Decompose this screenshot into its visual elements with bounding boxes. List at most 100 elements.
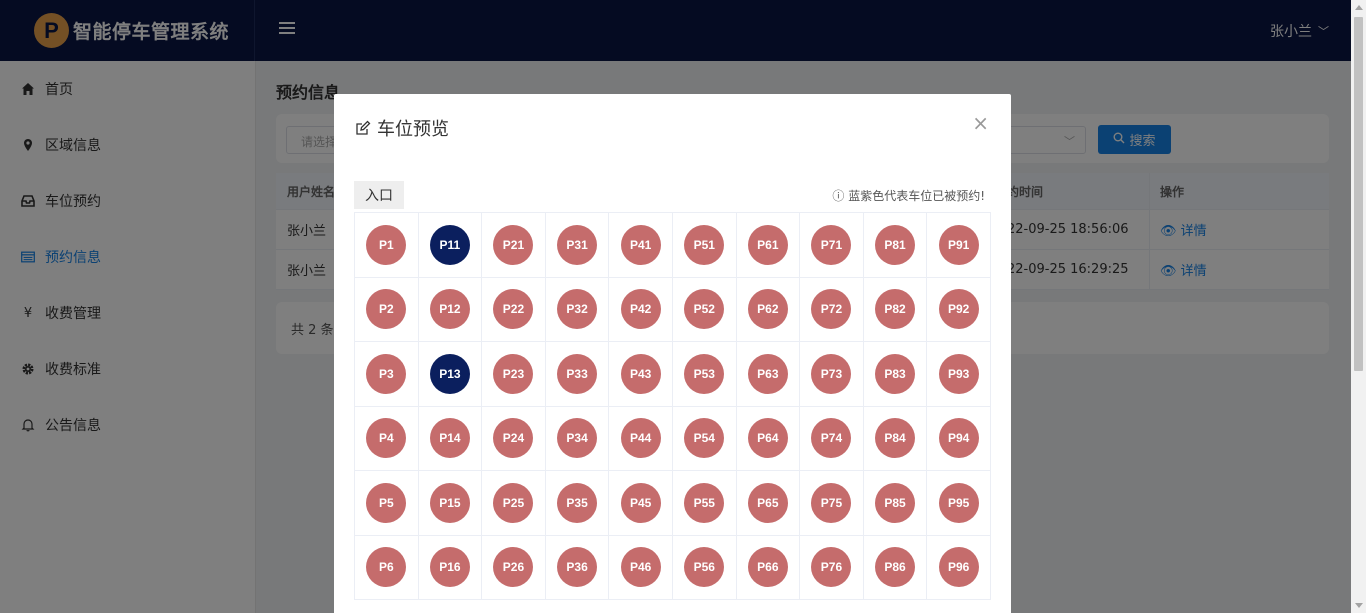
spot-cell: P56 (672, 535, 737, 600)
spot-cell: P72 (800, 277, 864, 342)
parking-spot[interactable]: P26 (493, 547, 534, 588)
spot-cell: P83 (863, 342, 928, 407)
parking-spot-reserved[interactable]: P13 (429, 353, 470, 394)
spot-cell: P93 (927, 342, 991, 407)
spot-cell: P84 (863, 406, 928, 471)
parking-spot[interactable]: P95 (938, 482, 979, 523)
parking-spot[interactable]: P55 (684, 482, 725, 523)
parking-spot[interactable]: P76 (811, 547, 852, 588)
parking-spot[interactable]: P64 (747, 418, 788, 459)
parking-spot[interactable]: P3 (366, 353, 407, 394)
parking-spot[interactable]: P46 (620, 547, 661, 588)
parking-spot[interactable]: P31 (557, 224, 598, 265)
parking-spot[interactable]: P52 (684, 289, 725, 330)
parking-spot[interactable]: P25 (493, 482, 534, 523)
spot-cell: P75 (800, 471, 864, 536)
spot-cell: P36 (545, 535, 610, 600)
spot-cell: P71 (800, 213, 864, 278)
spot-cell: P85 (863, 471, 928, 536)
entrance-label: 入口 (354, 181, 404, 209)
parking-spot[interactable]: P41 (620, 224, 661, 265)
spot-cell: P31 (545, 213, 610, 278)
parking-spot[interactable]: P34 (557, 418, 598, 459)
close-icon[interactable]: × (972, 113, 989, 133)
parking-spot[interactable]: P21 (493, 224, 534, 265)
spot-cell: P21 (482, 213, 546, 278)
parking-spot[interactable]: P24 (493, 418, 534, 459)
parking-spot[interactable]: P83 (875, 353, 916, 394)
spot-cell: P43 (609, 342, 673, 407)
spot-row: P2 P12 P22 P32 P42 P52 P62 P72 P82 P92 (355, 277, 991, 342)
parking-spot[interactable]: P94 (938, 418, 979, 459)
parking-spot[interactable]: P91 (938, 224, 979, 265)
parking-spot[interactable]: P35 (557, 482, 598, 523)
spot-cell: P3 (355, 342, 419, 407)
parking-spot-reserved[interactable]: P11 (429, 224, 470, 265)
spot-cell: P92 (927, 277, 991, 342)
parking-spot[interactable]: P86 (875, 547, 916, 588)
parking-spot[interactable]: P73 (811, 353, 852, 394)
spot-cell: P63 (736, 342, 801, 407)
parking-spot[interactable]: P75 (811, 482, 852, 523)
spot-cell: P86 (863, 535, 928, 600)
parking-spot[interactable]: P62 (747, 289, 788, 330)
parking-spot[interactable]: P84 (875, 418, 916, 459)
parking-spot[interactable]: P54 (684, 418, 725, 459)
parking-spot[interactable]: P4 (366, 418, 407, 459)
parking-spot[interactable]: P74 (811, 418, 852, 459)
spot-cell: P6 (355, 535, 419, 600)
scrollbar[interactable] (1351, 0, 1366, 613)
parking-spot[interactable]: P6 (366, 547, 407, 588)
parking-spot[interactable]: P45 (620, 482, 661, 523)
parking-spot[interactable]: P42 (620, 289, 661, 330)
spot-cell: P33 (545, 342, 610, 407)
spot-cell: P44 (609, 406, 673, 471)
parking-spot[interactable]: P82 (875, 289, 916, 330)
spot-row: P1 P11 P21 P31 P41 P51 P61 P71 P81 P91 (355, 213, 991, 278)
spot-cell: P54 (672, 406, 737, 471)
spot-row: P4 P14 P24 P34 P44 P54 P64 P74 P84 P94 (355, 406, 991, 471)
parking-spot[interactable]: P43 (620, 353, 661, 394)
parking-spot[interactable]: P51 (684, 224, 725, 265)
parking-spot[interactable]: P61 (747, 224, 788, 265)
spot-cell: P96 (927, 535, 991, 600)
parking-spot[interactable]: P44 (620, 418, 661, 459)
parking-spot[interactable]: P23 (493, 353, 534, 394)
spot-cell: P62 (736, 277, 801, 342)
parking-spot[interactable]: P12 (429, 289, 470, 330)
parking-spot[interactable]: P71 (811, 224, 852, 265)
parking-spot[interactable]: P36 (557, 547, 598, 588)
spot-cell: P14 (418, 406, 483, 471)
spot-cell: P11 (418, 213, 483, 278)
scroll-up-arrow-icon[interactable] (1355, 5, 1363, 10)
parking-spot[interactable]: P33 (557, 353, 598, 394)
spot-cell: P73 (800, 342, 864, 407)
spot-cell: P5 (355, 471, 419, 536)
parking-spot[interactable]: P65 (747, 482, 788, 523)
parking-spot[interactable]: P81 (875, 224, 916, 265)
parking-spot[interactable]: P14 (429, 418, 470, 459)
parking-spot[interactable]: P72 (811, 289, 852, 330)
spot-cell: P13 (418, 342, 483, 407)
parking-spot[interactable]: P85 (875, 482, 916, 523)
parking-spot[interactable]: P5 (366, 482, 407, 523)
parking-spot[interactable]: P63 (747, 353, 788, 394)
parking-spot[interactable]: P15 (429, 482, 470, 523)
parking-spot[interactable]: P16 (429, 547, 470, 588)
parking-spot[interactable]: P32 (557, 289, 598, 330)
parking-spot[interactable]: P2 (366, 289, 407, 330)
parking-spot[interactable]: P1 (366, 224, 407, 265)
spot-cell: P23 (482, 342, 546, 407)
parking-spot[interactable]: P56 (684, 547, 725, 588)
scroll-down-arrow-icon[interactable] (1355, 603, 1363, 608)
dialog-title: 车位预览 (377, 119, 449, 140)
spot-cell: P91 (927, 213, 991, 278)
parking-spot[interactable]: P22 (493, 289, 534, 330)
parking-spot[interactable]: P93 (938, 353, 979, 394)
scroll-thumb[interactable] (1354, 17, 1363, 371)
parking-spot[interactable]: P96 (938, 547, 979, 588)
parking-spot[interactable]: P92 (938, 289, 979, 330)
parking-spot[interactable]: P66 (747, 547, 788, 588)
parking-spot[interactable]: P53 (684, 353, 725, 394)
spot-cell: P24 (482, 406, 546, 471)
